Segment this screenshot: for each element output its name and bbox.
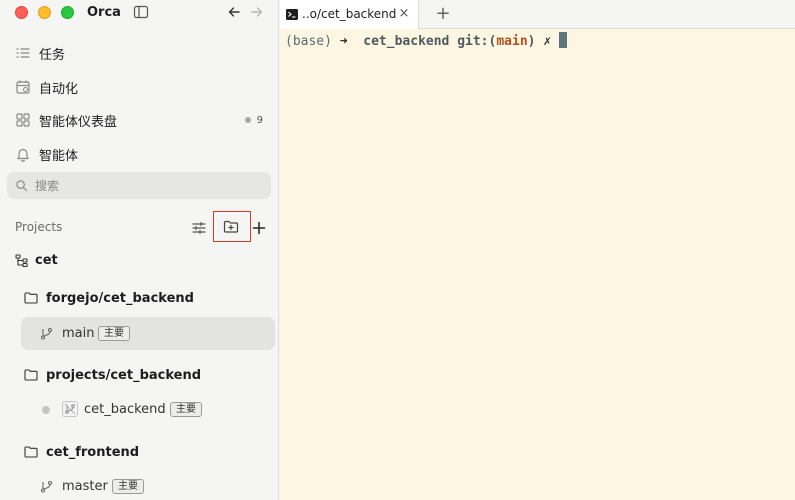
folder-label: cet_frontend	[46, 444, 140, 460]
search-icon	[16, 180, 28, 192]
back-arrow-icon[interactable]	[226, 4, 242, 20]
prompt-branch: main	[496, 34, 528, 49]
branch-label: master	[62, 479, 108, 494]
menu-item-label: 智能体仪表盘	[39, 114, 118, 130]
count-badge: 9	[256, 114, 263, 126]
primary-badge: 主要	[98, 326, 130, 341]
tree-root-label: cet	[35, 252, 58, 268]
terminal-pane[interactable]: (base) ➜ cet_backend git:(main) ✗	[280, 29, 795, 500]
primary-badge: 主要	[170, 402, 202, 417]
sliders-icon[interactable]	[190, 219, 208, 237]
forward-arrow-icon[interactable]	[249, 4, 265, 20]
menu-item-tasks[interactable]: 任务	[8, 38, 271, 68]
prompt-env: (base)	[285, 34, 332, 49]
close-window-button[interactable]	[15, 6, 28, 19]
status-dot	[42, 406, 50, 414]
menu-item-label: 任务	[39, 47, 66, 63]
dashboard-icon	[16, 113, 30, 127]
worktree-icon	[62, 401, 78, 417]
terminal-prompt: (base) ➜ cet_backend git:(main) ✗	[285, 32, 567, 50]
folder-cet-frontend[interactable]: cet_frontend	[24, 443, 139, 461]
prompt-git-suffix: )	[527, 34, 536, 49]
branch-row-main[interactable]: main 主要	[21, 317, 275, 350]
folder-icon	[24, 446, 38, 458]
bell-icon	[17, 148, 29, 162]
list-icon	[16, 48, 30, 58]
menu-item-agent-dashboard[interactable]: 智能体仪表盘 9	[8, 105, 271, 135]
menu-item-agents[interactable]: 智能体	[8, 139, 271, 169]
app-title: Orca	[87, 5, 121, 20]
folder-label: forgejo/cet_backend	[46, 290, 194, 306]
new-tab-button[interactable]: +	[434, 4, 452, 24]
prompt-dir: cet_backend	[363, 34, 450, 49]
git-branch-icon	[40, 327, 53, 340]
tab-label: ..o/cet_backend	[302, 7, 397, 21]
sidebar: Orca 任务 自动化 智能体仪表盘 9 智能体 搜索 Projects cet…	[0, 0, 279, 500]
tree-icon	[15, 253, 28, 267]
worktree-row-cet-backend[interactable]: cet_backend 主要	[21, 393, 275, 426]
branch-label: main	[62, 326, 95, 341]
folder-projects-cet-backend[interactable]: projects/cet_backend	[24, 366, 201, 384]
search-box	[7, 172, 271, 199]
git-branch-icon	[40, 480, 53, 493]
folder-label: projects/cet_backend	[46, 367, 202, 383]
folder-plus-icon	[223, 220, 239, 233]
menu-item-label: 智能体	[39, 148, 79, 164]
status-dot	[245, 117, 251, 123]
minimize-window-button[interactable]	[38, 6, 51, 19]
search-input[interactable]	[35, 176, 263, 195]
tab-bar: ..o/cet_backend × +	[280, 0, 795, 29]
menu-item-label: 自动化	[39, 81, 79, 97]
terminal-cursor	[558, 32, 567, 48]
sidebar-toggle-icon[interactable]	[133, 4, 149, 20]
branch-row-master[interactable]: master 主要	[21, 470, 275, 500]
close-tab-icon[interactable]: ×	[397, 6, 411, 22]
plus-icon[interactable]	[250, 219, 268, 237]
prompt-dirty-mark: ✗	[543, 34, 552, 49]
worktree-label: cet_backend	[84, 402, 166, 417]
zoom-window-button[interactable]	[61, 6, 74, 19]
projects-header: Projects	[15, 220, 63, 234]
folder-forgejo-cet-backend[interactable]: forgejo/cet_backend	[24, 289, 194, 307]
primary-badge: 主要	[112, 479, 144, 494]
add-folder-button[interactable]	[213, 211, 251, 242]
folder-icon	[24, 292, 38, 304]
prompt-git-prefix: git:(	[457, 34, 497, 49]
prompt-arrow: ➜	[339, 34, 348, 49]
folder-icon	[24, 369, 38, 381]
terminal-icon	[286, 9, 298, 20]
menu-item-automation[interactable]: 自动化	[8, 72, 271, 102]
titlebar: Orca	[0, 0, 279, 27]
tree-root-cet[interactable]: cet	[15, 251, 58, 269]
calendar-icon	[16, 80, 30, 94]
tab-terminal[interactable]: ..o/cet_backend ×	[280, 0, 419, 29]
